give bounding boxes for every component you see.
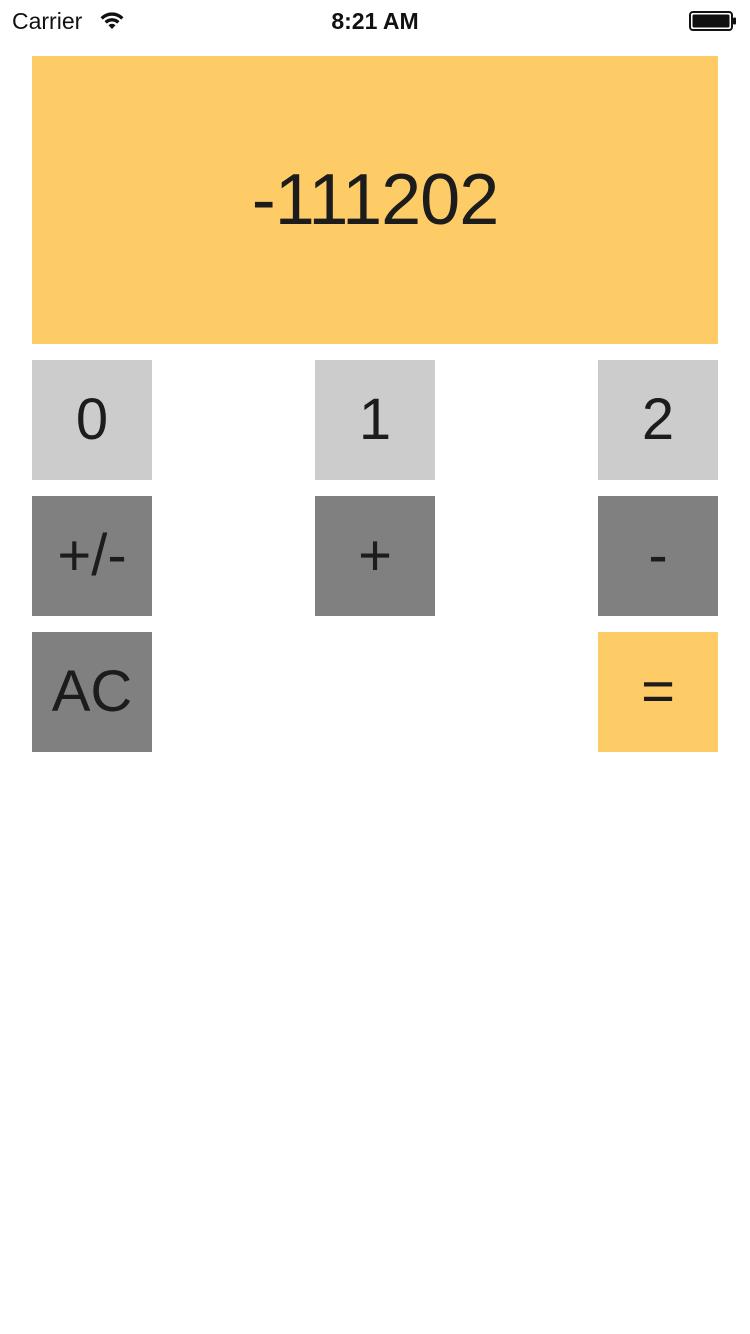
calculator-display: -111202: [32, 56, 718, 344]
sign-toggle-button[interactable]: +/-: [32, 496, 152, 616]
equals-button[interactable]: =: [598, 632, 718, 752]
status-time: 8:21 AM: [331, 8, 419, 34]
clear-button[interactable]: AC: [32, 632, 152, 752]
plus-button[interactable]: +: [315, 496, 435, 616]
digit-2-button[interactable]: 2: [598, 360, 718, 480]
display-value: -111202: [251, 160, 500, 240]
digit-1-button[interactable]: 1: [315, 360, 435, 480]
battery-icon: [689, 11, 737, 31]
minus-button[interactable]: -: [598, 496, 718, 616]
status-bar: Carrier 8:21 AM: [0, 0, 750, 40]
digit-0-button[interactable]: 0: [32, 360, 152, 480]
